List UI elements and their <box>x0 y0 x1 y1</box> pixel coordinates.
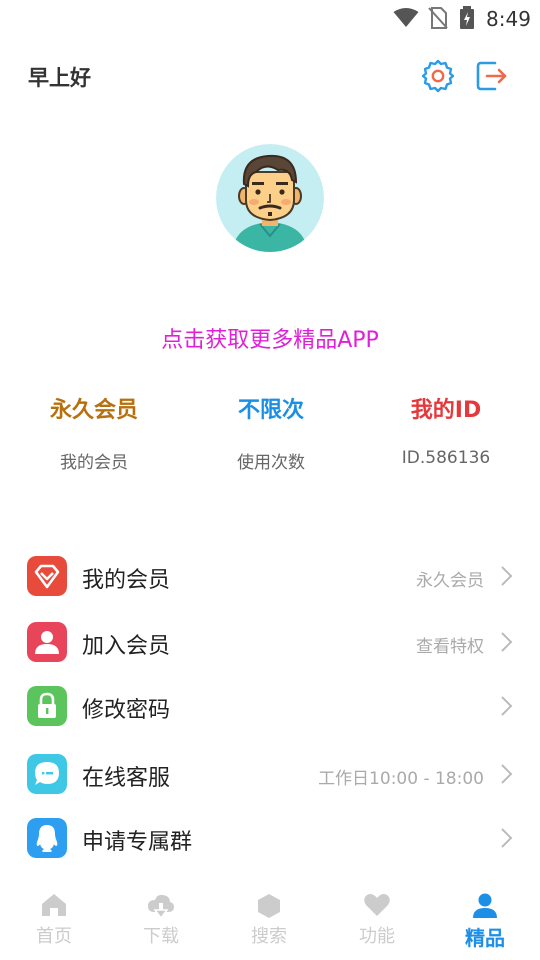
menu-item-subtext: 查看特权 <box>416 637 484 657</box>
nav-tab-premium[interactable]: 精品 <box>431 882 539 960</box>
wifi-icon <box>393 8 419 27</box>
nav-tab-label: 下载 <box>143 926 179 947</box>
home-icon <box>42 894 66 916</box>
menu-item-customer-service[interactable]: 在线客服 工作日10:00 - 18:00 <box>0 742 540 806</box>
promo-link[interactable]: 点击获取更多精品APP <box>0 322 540 354</box>
avatar-illustration <box>216 144 324 252</box>
battery-charging-icon <box>460 6 474 29</box>
nav-tab-label: 功能 <box>359 926 395 947</box>
menu-item-join-membership[interactable]: 加入会员 查看特权 <box>0 610 540 674</box>
chevron-right-icon <box>501 764 513 784</box>
stat-membership[interactable]: 永久会员 我的会员 <box>4 394 184 473</box>
qq-icon <box>27 818 67 858</box>
no-sim-icon <box>428 7 448 29</box>
menu-item-my-membership[interactable]: 我的会员 永久会员 <box>0 544 540 608</box>
avatar[interactable] <box>216 144 324 252</box>
stat-caption: ID.586136 <box>401 448 491 468</box>
menu-item-label: 在线客服 <box>82 766 171 791</box>
cloud-download-icon <box>148 894 174 920</box>
chevron-right-icon <box>501 828 513 848</box>
stat-value: 永久会员 <box>49 398 138 423</box>
status-time: 8:49 <box>486 7 531 31</box>
nav-tab-features[interactable]: 功能 <box>323 882 431 960</box>
nav-tab-label: 搜索 <box>251 926 287 947</box>
menu-item-apply-group[interactable]: 申请专属群 <box>0 806 540 870</box>
status-bar: 8:49 <box>0 0 540 36</box>
stat-value: 我的ID <box>410 398 482 423</box>
nav-tab-label: 精品 <box>465 926 505 950</box>
nav-tab-label: 首页 <box>36 926 72 947</box>
stat-caption: 使用次数 <box>237 453 305 473</box>
logout-icon[interactable] <box>475 60 509 92</box>
menu-item-subtext: 永久会员 <box>416 571 484 591</box>
chat-icon <box>27 754 67 794</box>
chevron-right-icon <box>501 696 513 716</box>
nav-tab-download[interactable]: 下载 <box>107 882 215 960</box>
menu-item-label: 申请专属群 <box>82 830 193 855</box>
settings-gear-icon[interactable] <box>421 59 455 93</box>
stat-usage[interactable]: 不限次 使用次数 <box>181 394 361 473</box>
menu-item-label: 修改密码 <box>82 698 171 723</box>
menu-item-change-password[interactable]: 修改密码 <box>0 674 540 738</box>
chevron-right-icon <box>501 566 513 586</box>
stat-my-id[interactable]: 我的ID ID.586136 <box>356 394 536 468</box>
user-icon <box>473 893 497 918</box>
person-icon <box>27 622 67 662</box>
stat-caption: 我的会员 <box>60 453 128 473</box>
diamond-icon <box>27 556 67 596</box>
nav-tab-home[interactable]: 首页 <box>0 882 108 960</box>
chevron-right-icon <box>501 632 513 652</box>
bottom-navigation: 首页 下载 搜索 功能 精品 <box>0 882 540 960</box>
stats-row: 永久会员 我的会员 不限次 使用次数 我的ID ID.586136 <box>0 394 540 484</box>
menu-item-label: 我的会员 <box>82 568 171 593</box>
stat-value: 不限次 <box>237 398 304 423</box>
menu-item-subtext: 工作日10:00 - 18:00 <box>318 769 484 789</box>
lock-icon <box>27 686 67 726</box>
hexagon-icon <box>258 894 280 918</box>
heart-icon <box>364 894 390 916</box>
menu-item-label: 加入会员 <box>82 634 171 659</box>
greeting-title: 早上好 <box>28 66 91 90</box>
nav-tab-search[interactable]: 搜索 <box>215 882 323 960</box>
